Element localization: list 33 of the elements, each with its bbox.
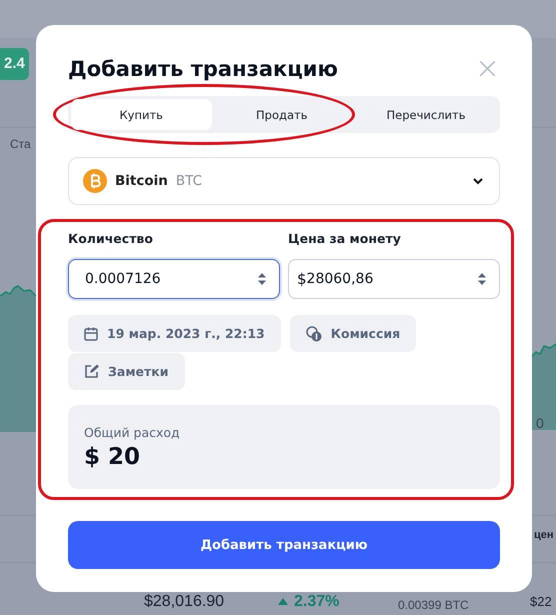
calendar-icon [84,326,98,340]
chevron-down-icon [473,178,483,184]
table-cell: 0 [536,415,544,431]
number-field[interactable]: 0.0007126 [68,259,280,299]
triangle-up-icon [278,598,288,606]
column-header: Ста [10,137,31,151]
total-label: Общий расход [84,425,181,440]
stepper-icon[interactable] [257,272,267,286]
fee-button[interactable]: Комиссия [290,315,416,352]
coin-name: Bitcoin [115,173,168,189]
coins-icon [306,326,322,342]
holding-amount: 0.00399 BTC [398,598,469,612]
tab[interactable]: Купить [71,99,212,130]
bitcoin-icon [83,169,107,193]
total-value: $ 20 [84,444,142,470]
field-label: Цена за монету [288,231,402,248]
price-text: $28,016.90 [144,593,224,611]
number-field[interactable]: $28060,86 [288,259,500,299]
stepper-icon[interactable] [477,272,487,286]
submit-button[interactable]: Добавить транзакцию [68,521,500,569]
field-label: Количество [68,231,154,248]
column-header: цен [534,529,554,541]
notes-button[interactable]: Заметки [68,353,184,390]
price-text: $22 [530,594,552,609]
dialog-title: Добавить транзакцию [68,57,338,81]
tab[interactable]: Перечислить [355,99,497,130]
change-badge: 2.4 [0,48,29,80]
tab[interactable]: Продать [212,99,352,130]
edit-icon [84,364,99,379]
date-button[interactable]: 19 мар. 2023 г., 22:13 [68,315,281,352]
coin-symbol: BTC [176,173,202,189]
coin-select[interactable]: Bitcoin BTC [68,157,500,205]
change-text: 2.37% [278,593,340,611]
